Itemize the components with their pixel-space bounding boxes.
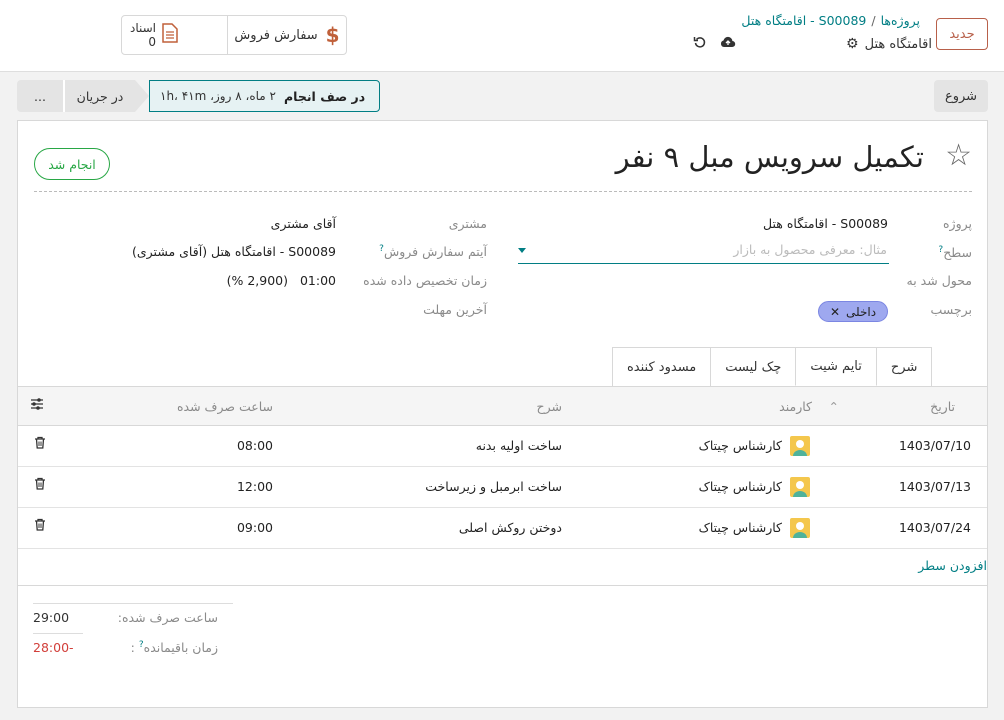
sales-order-label: سفارش فروش <box>234 27 318 43</box>
chevron-down-icon[interactable] <box>518 248 526 253</box>
spent-value: 29:00 <box>33 610 70 625</box>
column-date[interactable]: تاریخ <box>930 399 955 414</box>
record-title: اقامتگاه هتل ⚙ <box>846 36 932 52</box>
tag-label: داخلی <box>846 304 877 319</box>
row-employee[interactable]: کارشناس چیتاک <box>699 520 782 535</box>
allocated-percent: (2,900 %) <box>226 273 288 288</box>
level-label-wrap: سطح? <box>938 245 972 260</box>
close-icon[interactable]: ✕ <box>830 305 840 319</box>
row-description[interactable]: دوختن روکش اصلی <box>459 520 562 535</box>
breadcrumb-current[interactable]: S00089 - اقامتگاه هتل <box>741 13 866 28</box>
remaining-label: زمان باقیمانده <box>143 640 218 656</box>
documents-smart-button[interactable]: اسناد 0 <box>122 16 228 54</box>
title-divider <box>34 191 972 192</box>
row-description[interactable]: ساخت اولیه بدنه <box>476 438 562 453</box>
tags-label: برچسب <box>930 302 972 317</box>
spent-label: ساعت صرف شده: <box>117 610 218 625</box>
table-row[interactable]: 1403/07/10 کارشناس چیتاک ساخت اولیه بدنه… <box>18 426 987 467</box>
column-employee[interactable]: کارمند <box>779 399 812 414</box>
smart-buttons: اسناد 0 $ سفارش فروش <box>121 15 347 55</box>
avatar <box>790 477 810 497</box>
so-item-value[interactable]: S00089 - اقامتگاه هتل (آقای مشتری) <box>132 244 336 259</box>
task-title[interactable]: تکمیل سرویس مبل ۹ نفر <box>616 140 924 174</box>
dollar-icon: $ <box>325 23 340 47</box>
table-header: تاریخ ⌃ کارمند شرح ساعت صرف شده <box>18 387 987 426</box>
stage-current-label: در صف انجام <box>284 88 366 104</box>
so-item-label-wrap: آیتم سفارش فروش? <box>379 244 487 259</box>
table-footer <box>18 585 987 586</box>
trash-icon[interactable] <box>34 436 46 453</box>
totals-divider <box>33 603 233 604</box>
level-input[interactable]: مثال: معرفی محصول به بازار <box>518 242 889 264</box>
stage-arrow <box>135 80 149 112</box>
star-icon[interactable]: ☆ <box>945 138 972 173</box>
breadcrumb-parent[interactable]: پروژه‌ها <box>881 13 920 28</box>
assigned-label: محول شد به <box>906 273 972 288</box>
optional-columns-icon[interactable] <box>30 397 44 414</box>
add-line-link[interactable]: افزودن سطر <box>918 558 987 573</box>
breadcrumb: پروژه‌ها / S00089 - اقامتگاه هتل <box>741 13 920 28</box>
breadcrumb-separator: / <box>871 13 876 28</box>
remaining-value: -28:00 <box>33 640 74 655</box>
document-icon <box>162 23 178 47</box>
done-button[interactable]: انجام شد <box>34 148 110 180</box>
avatar <box>790 436 810 456</box>
row-date[interactable]: 1403/07/10 <box>899 438 971 453</box>
row-employee[interactable]: کارشناس چیتاک <box>699 479 782 494</box>
table-row[interactable]: 1403/07/13 کارشناس چیتاک ساخت ابرمبل و ز… <box>18 467 987 508</box>
discard-icon[interactable] <box>693 35 707 53</box>
table-row[interactable]: 1403/07/24 کارشناس چیتاک دوختن روکش اصلی… <box>18 508 987 549</box>
stage-current[interactable]: در صف انجام ۲ ماه، ۸ روز، ۱h، ۴۱m <box>149 80 381 112</box>
start-button[interactable]: شروع <box>934 80 988 112</box>
stage-pipeline: ... در جریان در صف انجام ۲ ماه، ۸ روز، ۱… <box>17 80 381 112</box>
gear-icon[interactable]: ⚙ <box>846 36 859 52</box>
row-description[interactable]: ساخت ابرمبل و زیرساخت <box>425 479 562 494</box>
column-description[interactable]: شرح <box>537 399 562 414</box>
documents-count: 0 <box>148 35 157 49</box>
timesheet-table: تاریخ ⌃ کارمند شرح ساعت صرف شده 1403/07/… <box>18 386 987 549</box>
row-hours[interactable]: 12:00 <box>237 479 273 494</box>
tab-timesheet[interactable]: تایم شیت <box>795 347 877 386</box>
tab-description[interactable]: شرح <box>875 347 933 386</box>
so-item-label: آیتم سفارش فروش <box>383 244 487 260</box>
notebook-tabs: شرح تایم شیت چک لیست مسدود کننده <box>612 347 933 386</box>
customer-label: مشتری <box>448 216 487 231</box>
documents-label: اسناد <box>130 21 157 35</box>
tab-checklist[interactable]: چک لیست <box>710 347 797 386</box>
customer-value[interactable]: آقای مشتری <box>271 216 336 231</box>
allocated-value[interactable]: 01:00 <box>300 273 336 288</box>
deadline-label: آخرین مهلت <box>423 302 487 317</box>
sort-icon[interactable]: ⌃ <box>829 399 839 414</box>
project-value[interactable]: S00089 - اقامتگاه هتل <box>763 216 888 231</box>
record-name: اقامتگاه هتل <box>864 36 932 52</box>
stage-more[interactable]: ... <box>17 80 63 112</box>
new-button[interactable]: جدید <box>936 18 988 50</box>
tab-blocked-by[interactable]: مسدود کننده <box>612 347 712 386</box>
row-date[interactable]: 1403/07/13 <box>899 479 971 494</box>
stage-current-duration: ۲ ماه، ۸ روز، ۱h، ۴۱m <box>160 89 276 103</box>
allocated-label: زمان تخصیص داده شده <box>363 273 487 288</box>
trash-icon[interactable] <box>34 518 46 535</box>
row-employee[interactable]: کارشناس چیتاک <box>699 438 782 453</box>
remaining-label-wrap: زمان باقیمانده? : <box>130 640 218 656</box>
remaining-divider <box>33 633 83 634</box>
row-hours[interactable]: 08:00 <box>237 438 273 453</box>
tag-badge[interactable]: داخلی ✕ <box>818 301 888 322</box>
trash-icon[interactable] <box>34 477 46 494</box>
stage-in-progress[interactable]: در جریان <box>65 80 135 112</box>
cloud-upload-icon[interactable] <box>720 35 736 53</box>
sales-order-smart-button[interactable]: $ سفارش فروش <box>228 16 346 54</box>
row-date[interactable]: 1403/07/24 <box>899 520 971 535</box>
level-label: سطح <box>943 245 972 261</box>
column-hours[interactable]: ساعت صرف شده <box>177 399 273 414</box>
row-hours[interactable]: 09:00 <box>237 520 273 535</box>
project-label: پروژه <box>943 216 972 231</box>
avatar <box>790 518 810 538</box>
